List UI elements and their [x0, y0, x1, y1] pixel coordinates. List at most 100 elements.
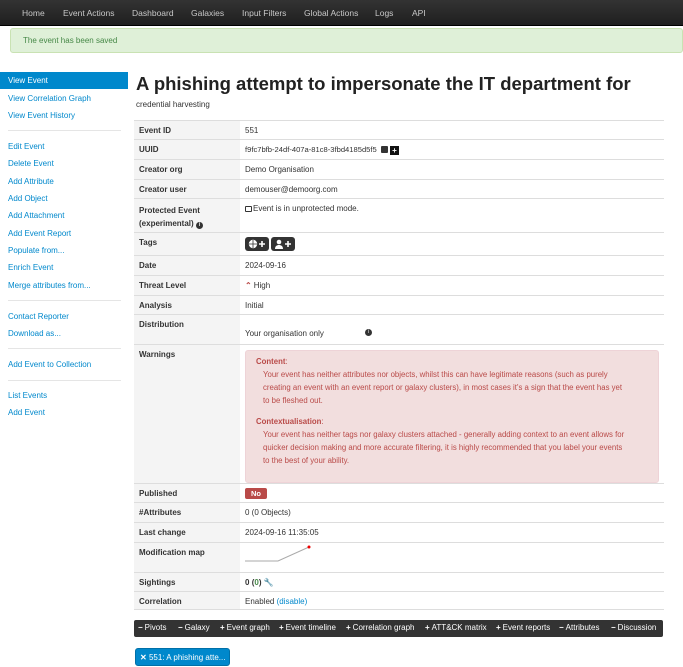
sidebar-item-view-event[interactable]: View Event [0, 72, 128, 89]
published-badge: No [245, 488, 267, 499]
flash-success-message[interactable]: The event has been saved [10, 28, 683, 53]
creator-org-link[interactable]: Demo Organisation [245, 165, 314, 174]
date-value: 2024-09-16 [245, 261, 286, 270]
row-uuid: UUID f9fc7bfb-24df-407a-81c8-3fbd4185d5f… [134, 139, 664, 159]
sidebar-item-add-object[interactable]: Add Object [0, 190, 128, 207]
row-label: Date [134, 256, 240, 275]
tags-value [245, 237, 297, 251]
info-icon[interactable]: i [365, 329, 372, 336]
threat-value-wrap: ⌃ High [245, 281, 270, 290]
row-label: Protected Event (experimental) i [134, 199, 240, 232]
top-navbar: Home Event Actions Dashboard Galaxies In… [0, 0, 683, 26]
row-label: Distribution [134, 315, 240, 344]
sidebar-item-add-event-report[interactable]: Add Event Report [0, 225, 128, 242]
row-label: Threat Level [134, 276, 240, 295]
toggle-attributes[interactable]: − Attributes [559, 623, 599, 632]
sightings-count: 0 [245, 578, 249, 587]
toggle-event-timeline[interactable]: + Event timeline [279, 623, 336, 632]
row-attributes: #Attributes 0 (0 Objects) [134, 502, 664, 522]
creator-user-value: demouser@demoorg.com [245, 185, 338, 194]
row-label: Published [134, 484, 240, 502]
sidebar-item-merge-attributes[interactable]: Merge attributes from... [0, 277, 128, 294]
sidebar-divider [8, 300, 121, 301]
plus-square-icon[interactable]: + [390, 146, 399, 155]
nav-global-actions[interactable]: Global Actions [304, 8, 358, 18]
page-subtitle: credential harvesting [136, 100, 210, 109]
warning-content-line: Your event has neither attributes nor ob… [263, 368, 648, 381]
add-global-tag-button[interactable] [245, 237, 269, 251]
row-label: Creator user [134, 180, 240, 198]
row-label: Creator org [134, 160, 240, 179]
info-icon[interactable]: i [196, 222, 203, 229]
add-local-tag-button[interactable] [271, 237, 295, 251]
nav-home[interactable]: Home [22, 8, 45, 18]
warning-content-title: Content [256, 357, 285, 366]
nav-galaxies[interactable]: Galaxies [191, 8, 224, 18]
sidebar-item-contact-reporter[interactable]: Contact Reporter [0, 308, 128, 325]
sidebar-item-list-events[interactable]: List Events [0, 387, 128, 404]
toggle-galaxy[interactable]: − Galaxy [178, 623, 210, 632]
copy-icon[interactable] [381, 146, 388, 153]
disable-correlation-link[interactable]: (disable) [277, 597, 308, 606]
row-protected-event: Protected Event (experimental) i Event i… [134, 198, 664, 232]
sightings-value: 0 (0) 🔧 [245, 578, 274, 587]
toggle-event-reports[interactable]: + Event reports [496, 623, 550, 632]
row-threat-level: Threat Level ⌃ High [134, 275, 664, 295]
experimental-label-wrap: (experimental) i [139, 217, 240, 230]
row-modification-map: Modification map [134, 542, 664, 572]
sidebar-item-populate-from[interactable]: Populate from... [0, 242, 128, 259]
published-value-wrap: No [245, 488, 267, 499]
sidebar-item-delete-event[interactable]: Delete Event [0, 155, 128, 172]
nav-event-actions[interactable]: Event Actions [63, 8, 115, 18]
close-icon[interactable]: ✕ [140, 653, 147, 662]
sidebar-item-enrich-event[interactable]: Enrich Event [0, 259, 128, 276]
nav-input-filters[interactable]: Input Filters [242, 8, 286, 18]
row-label: Correlation [134, 592, 240, 609]
warnings-box: Content: Your event has neither attribut… [245, 350, 659, 483]
warning-content-line: creating an event with an event report o… [263, 381, 648, 394]
toggle-event-graph[interactable]: + Event graph [220, 623, 270, 632]
double-chevron-up-icon: ⌃ [245, 281, 252, 290]
sightings-paren-close: ) [259, 578, 262, 587]
correlation-value-wrap: Enabled (disable) [245, 597, 307, 606]
sidebar-divider [8, 380, 121, 381]
row-warnings: Warnings Content: Your event has neither… [134, 344, 664, 483]
last-change-value: 2024-09-16 11:35:05 [245, 528, 319, 537]
sidebar-item-add-event-to-collection[interactable]: Add Event to Collection [0, 356, 128, 373]
row-label: Last change [134, 523, 240, 542]
toggle-attack-matrix[interactable]: + ATT&CK matrix [425, 623, 487, 632]
sidebar-item-download-as[interactable]: Download as... [0, 325, 128, 342]
threat-value: High [254, 281, 270, 290]
toggle-discussion[interactable]: − Discussion [611, 623, 656, 632]
wrench-icon[interactable]: 🔧 [264, 578, 274, 587]
nav-api[interactable]: API [412, 8, 426, 18]
nav-dashboard[interactable]: Dashboard [132, 8, 174, 18]
row-tags: Tags [134, 232, 664, 255]
globe-plus-icon [248, 239, 266, 248]
sidebar-item-add-attachment[interactable]: Add Attachment [0, 207, 128, 224]
sidebar-item-add-attribute[interactable]: Add Attribute [0, 173, 128, 190]
analysis-value: Initial [245, 301, 264, 310]
nav-logs[interactable]: Logs [375, 8, 393, 18]
modification-sparkline [245, 545, 315, 563]
warning-content-line: to be fleshed out. [263, 394, 648, 407]
uuid-value-wrap: f9fc7bfb-24df-407a-81c8-3fbd4185d5f5 + [245, 145, 399, 155]
protected-value-wrap: Event is in unprotected mode. [245, 204, 359, 213]
toggle-pivots[interactable]: − Pivots [138, 623, 166, 632]
row-label: #Attributes [134, 503, 240, 522]
protected-label: Protected Event [139, 204, 240, 217]
sidebar-item-view-correlation-graph[interactable]: View Correlation Graph [0, 90, 128, 107]
sidebar-item-view-event-history[interactable]: View Event History [0, 107, 128, 124]
pivot-pill[interactable]: ✕ 551: A phishing atte... [135, 648, 230, 666]
toggle-correlation-graph[interactable]: + Correlation graph [346, 623, 414, 632]
attributes-value: 0 (0 Objects) [245, 508, 291, 517]
row-label: Sightings [134, 573, 240, 591]
event-id-value: 551 [245, 126, 258, 135]
row-event-id: Event ID 551 [134, 120, 664, 139]
sidebar-item-add-event[interactable]: Add Event [0, 404, 128, 421]
sidebar-item-edit-event[interactable]: Edit Event [0, 138, 128, 155]
correlation-value: Enabled [245, 597, 274, 606]
row-correlation: Correlation Enabled (disable) [134, 591, 664, 610]
row-distribution: Distribution Your organisation only i ⮖ [134, 314, 664, 344]
row-label: Analysis [134, 296, 240, 314]
